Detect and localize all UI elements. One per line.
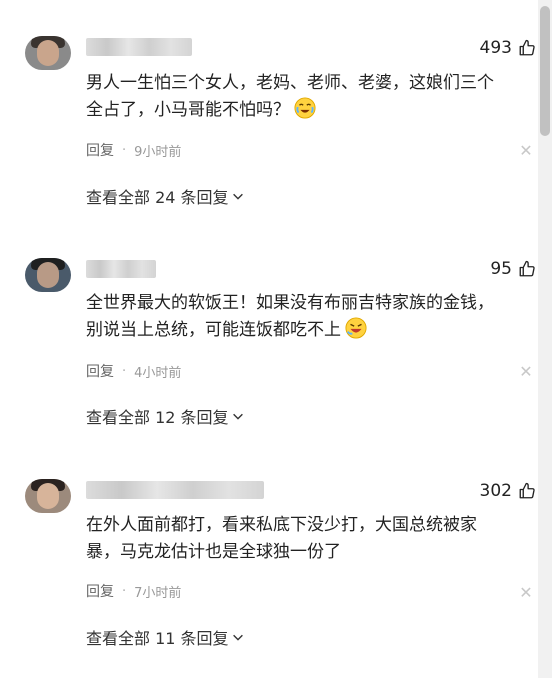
like-count: 302 (479, 481, 512, 501)
comment-text: 全世界最大的软饭王！如果没有布丽吉特家族的金钱， 别说当上总统，可能连饭都吃不上 (86, 293, 494, 340)
close-icon[interactable]: ✕ (516, 362, 536, 381)
scrollbar-thumb[interactable] (540, 6, 550, 136)
timestamp: 4小时前 (134, 365, 182, 381)
close-icon[interactable]: ✕ (516, 141, 536, 160)
username-blurred[interactable] (86, 481, 264, 499)
comment-meta: 回复 · 9小时前 (86, 140, 181, 160)
chevron-down-icon (232, 634, 243, 641)
username-blurred[interactable] (86, 38, 192, 56)
thumbs-up-icon (519, 260, 535, 277)
reply-button[interactable]: 回复 (86, 361, 114, 381)
like-button[interactable]: 493 (480, 38, 536, 58)
view-replies-button[interactable]: 查看全部 24 条回复 (86, 184, 245, 208)
comment-text: 男人一生怕三个女人，老妈、老师、老婆，这娘们三个 全占了，小马哥能不怕吗？ (86, 73, 494, 120)
like-button[interactable]: 302 (480, 481, 536, 501)
reply-button[interactable]: 回复 (86, 581, 114, 601)
avatar[interactable] (25, 479, 71, 513)
reply-button[interactable]: 回复 (86, 140, 114, 160)
thumbs-up-icon (519, 482, 535, 499)
like-count: 95 (490, 259, 512, 279)
chevron-down-icon (232, 413, 243, 420)
comment-meta: 回复 · 7小时前 (86, 581, 181, 601)
timestamp: 7小时前 (134, 585, 182, 601)
close-icon[interactable]: ✕ (516, 583, 536, 602)
view-replies-button[interactable]: 查看全部 12 条回复 (86, 404, 245, 428)
timestamp: 9小时前 (134, 144, 182, 160)
username-blurred[interactable] (86, 260, 156, 278)
avatar[interactable] (25, 36, 71, 70)
chevron-down-icon (232, 193, 243, 200)
scrollbar[interactable] (538, 0, 552, 678)
avatar[interactable] (25, 258, 71, 292)
like-button[interactable]: 95 (490, 259, 536, 279)
comment-text: 在外人面前都打，看来私底下没少打，大国总统被家 暴，马克龙估计也是全球独一份了 (86, 515, 477, 562)
comment-meta: 回复 · 4小时前 (86, 361, 181, 381)
thumbs-up-icon (519, 39, 535, 56)
rolling-laugh-emoji (345, 317, 367, 339)
like-count: 493 (479, 38, 512, 58)
view-replies-button[interactable]: 查看全部 11 条回复 (86, 625, 245, 649)
crying-laugh-emoji (294, 97, 316, 119)
